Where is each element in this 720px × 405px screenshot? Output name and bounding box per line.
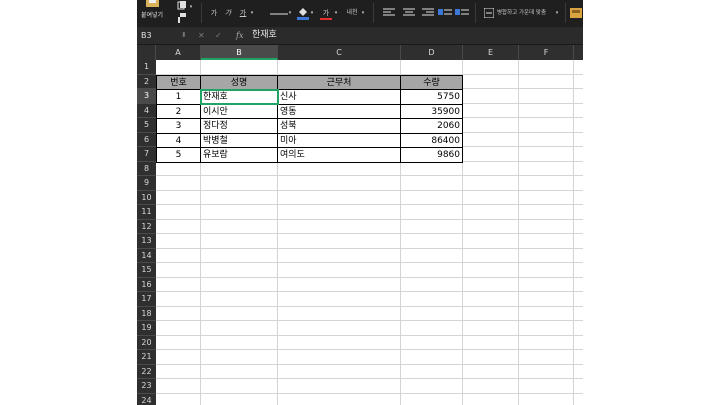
format-painter-icon[interactable] xyxy=(177,13,187,23)
table-cell[interactable]: 박병철 xyxy=(200,132,278,148)
row-header-14[interactable]: 14 xyxy=(137,248,156,263)
merge-dropdown-icon[interactable]: ▾ xyxy=(554,6,560,20)
italic-button[interactable]: 가 xyxy=(223,6,233,20)
row-header-19[interactable]: 19 xyxy=(137,321,156,336)
row-header-17[interactable]: 17 xyxy=(137,292,156,307)
bold-button[interactable]: 가 xyxy=(209,6,219,20)
active-cell-selection xyxy=(200,89,279,105)
column-header-a[interactable]: A xyxy=(156,45,201,60)
phonetic-dropdown-icon[interactable]: ▾ xyxy=(360,6,366,20)
table-cell[interactable]: 2 xyxy=(156,103,201,119)
table-cell[interactable]: 86400 xyxy=(400,132,463,148)
row-header-1[interactable]: 1 xyxy=(137,60,156,75)
align-right-icon[interactable] xyxy=(422,8,434,18)
table-header-cell[interactable]: 근무처 xyxy=(277,74,401,90)
copy-icon[interactable] xyxy=(177,1,187,10)
increase-indent-icon[interactable] xyxy=(455,8,469,18)
border-icon[interactable] xyxy=(270,10,288,16)
row-header-5[interactable]: 5 xyxy=(137,118,156,133)
fill-color-icon[interactable] xyxy=(297,6,309,20)
row-header-11[interactable]: 11 xyxy=(137,205,156,220)
row-header-13[interactable]: 13 xyxy=(137,234,156,249)
row-header-15[interactable]: 15 xyxy=(137,263,156,278)
phonetic-button[interactable]: 내천 xyxy=(345,6,359,20)
table-cell[interactable]: 유보람 xyxy=(200,147,278,163)
clipboard-icon[interactable] xyxy=(145,0,161,8)
table-cell[interactable]: 정다정 xyxy=(200,118,278,134)
table-cell[interactable]: 3 xyxy=(156,118,201,134)
row-header-2[interactable]: 2 xyxy=(137,74,156,89)
table-cell[interactable]: 신사 xyxy=(277,89,401,105)
underline-dropdown-icon[interactable]: ▾ xyxy=(249,6,255,20)
number-format-icon[interactable] xyxy=(570,7,583,19)
column-header-g[interactable]: G xyxy=(574,45,583,60)
row-header-8[interactable]: 8 xyxy=(137,161,156,176)
align-left-icon[interactable] xyxy=(383,8,395,18)
font-color-button[interactable]: 가 xyxy=(320,6,332,20)
table-cell[interactable]: 이시안 xyxy=(200,103,278,119)
row-header-7[interactable]: 7 xyxy=(137,147,156,162)
column-header-c[interactable]: C xyxy=(278,45,401,60)
table-cell[interactable]: 여의도 xyxy=(277,147,401,163)
column-header-b[interactable]: B xyxy=(201,45,278,60)
row-header-4[interactable]: 4 xyxy=(137,103,156,118)
row-header-20[interactable]: 20 xyxy=(137,335,156,350)
table-header-cell[interactable]: 번호 xyxy=(156,74,201,90)
border-dropdown-icon[interactable]: ▾ xyxy=(287,6,293,20)
name-box[interactable]: B3 xyxy=(141,27,175,44)
paste-button-label[interactable]: 붙여넣기 xyxy=(141,10,163,19)
formula-bar: B3 ⬍ ✕ ✓ fx 한재호 xyxy=(137,27,583,45)
row-header-23[interactable]: 23 xyxy=(137,379,156,394)
merge-center-icon[interactable] xyxy=(484,8,494,18)
table-cell[interactable]: 영동 xyxy=(277,103,401,119)
row-header-21[interactable]: 21 xyxy=(137,350,156,365)
copy-dropdown-icon[interactable]: ▾ xyxy=(188,0,194,14)
table-cell[interactable]: 미아 xyxy=(277,132,401,148)
row-header-10[interactable]: 10 xyxy=(137,190,156,205)
align-center-icon[interactable] xyxy=(403,8,415,18)
table-cell[interactable]: 35900 xyxy=(400,103,463,119)
table-cell[interactable]: 성북 xyxy=(277,118,401,134)
ribbon-toolbar: 붙여넣기 ▾ 가 가 가 ▾ ▾ ▾ 가 ▾ 내천 ▾ 병합하고 가운데 맞춤 … xyxy=(137,0,583,27)
spreadsheet-window: 붙여넣기 ▾ 가 가 가 ▾ ▾ ▾ 가 ▾ 내천 ▾ 병합하고 가운데 맞춤 … xyxy=(137,0,583,405)
fill-dropdown-icon[interactable]: ▾ xyxy=(309,6,315,20)
decrease-indent-icon[interactable] xyxy=(438,8,452,18)
table-cell[interactable]: 5750 xyxy=(400,89,463,105)
table-cell[interactable]: 2060 xyxy=(400,118,463,134)
table-cell[interactable]: 9860 xyxy=(400,147,463,163)
table-cell[interactable]: 5 xyxy=(156,147,201,163)
table-cell[interactable]: 4 xyxy=(156,132,201,148)
row-header-3[interactable]: 3 xyxy=(137,89,156,104)
row-header-9[interactable]: 9 xyxy=(137,176,156,191)
row-header-6[interactable]: 6 xyxy=(137,132,156,147)
enter-icon[interactable]: ✓ xyxy=(215,27,222,44)
underline-button[interactable]: 가 xyxy=(237,6,249,20)
column-header-f[interactable]: F xyxy=(519,45,574,60)
table-cell[interactable]: 1 xyxy=(156,89,201,105)
formula-input[interactable]: 한재호 xyxy=(252,27,277,44)
select-all-corner[interactable] xyxy=(137,45,156,60)
row-header-24[interactable]: 24 xyxy=(137,393,156,405)
insert-function-button[interactable]: fx xyxy=(236,27,243,44)
row-header-12[interactable]: 12 xyxy=(137,219,156,234)
column-header-e[interactable]: E xyxy=(463,45,519,60)
row-header-18[interactable]: 18 xyxy=(137,306,156,321)
name-box-dropdown-icon[interactable]: ⬍ xyxy=(181,27,187,44)
row-header-22[interactable]: 22 xyxy=(137,364,156,379)
table-header-cell[interactable]: 수량 xyxy=(400,74,463,90)
row-header-16[interactable]: 16 xyxy=(137,277,156,292)
font-color-dropdown-icon[interactable]: ▾ xyxy=(333,6,339,20)
cancel-icon[interactable]: ✕ xyxy=(198,27,205,44)
column-header-d[interactable]: D xyxy=(401,45,463,60)
table-header-cell[interactable]: 성명 xyxy=(200,74,278,90)
